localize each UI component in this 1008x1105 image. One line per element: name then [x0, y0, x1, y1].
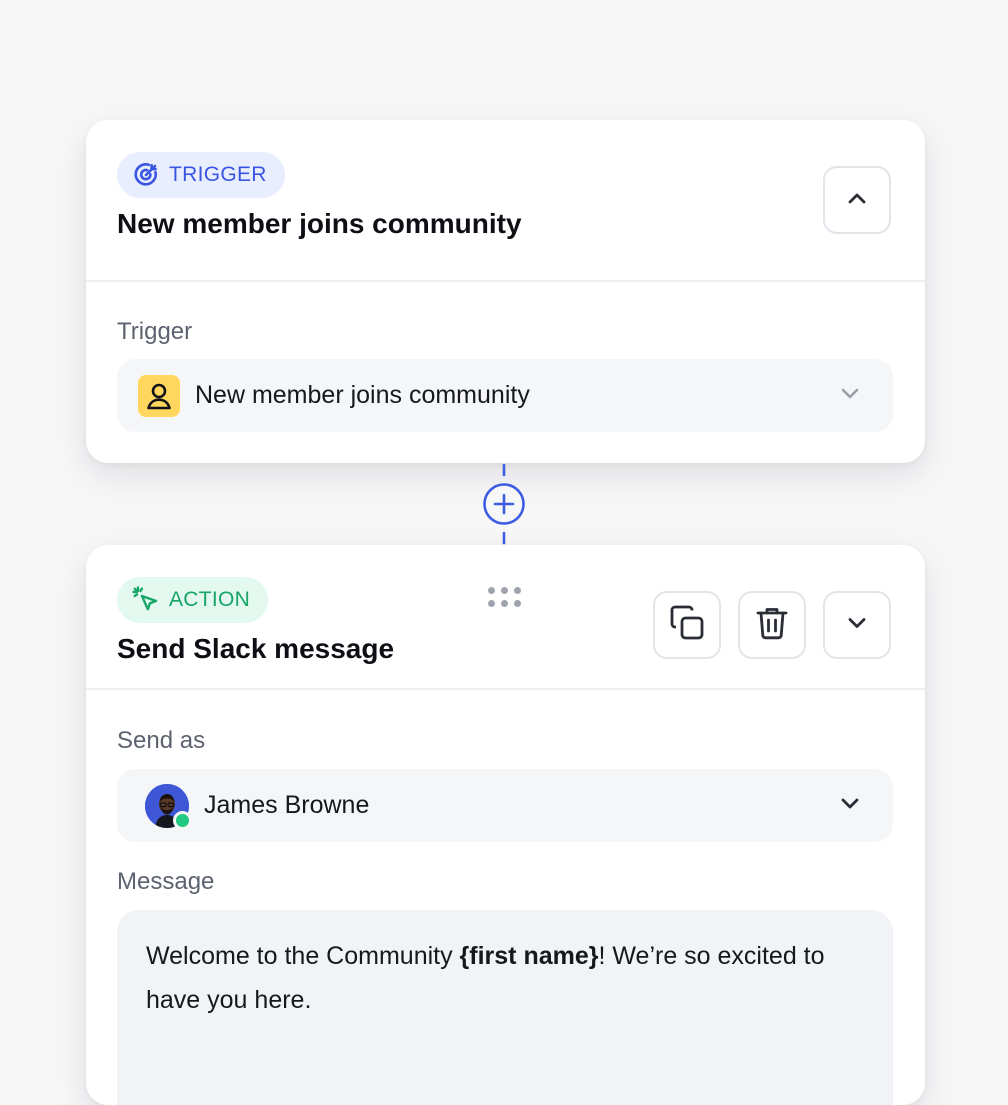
trigger-select-value: New member joins community: [195, 381, 530, 409]
avatar: [145, 783, 192, 830]
chevron-up-icon: [842, 183, 872, 218]
first-name-variable: {first name}: [459, 942, 599, 970]
send-as-select[interactable]: James Browne: [117, 769, 893, 842]
action-badge-label: ACTION: [169, 588, 251, 611]
user-icon: [138, 374, 180, 417]
trigger-field-label: Trigger: [117, 318, 193, 345]
chevron-down-icon: [835, 788, 865, 823]
step-connector: [482, 463, 526, 545]
target-icon: [131, 160, 161, 190]
trigger-select[interactable]: New member joins community: [117, 359, 893, 432]
trigger-badge: TRIGGER: [117, 152, 285, 198]
expand-button[interactable]: [823, 591, 891, 659]
action-title: Send Slack message: [117, 633, 395, 664]
trash-icon: [752, 603, 792, 648]
message-label: Message: [117, 868, 215, 895]
action-card-header: ACTION Send Slack message: [86, 545, 925, 690]
cursor-click-icon: [131, 585, 161, 615]
collapse-button[interactable]: [823, 166, 891, 234]
add-step-button[interactable]: [482, 482, 526, 526]
trigger-card-header: TRIGGER New member joins community: [86, 120, 925, 282]
send-as-label: Send as: [117, 727, 206, 754]
drag-handle-icon[interactable]: [488, 587, 524, 611]
chevron-down-icon: [842, 608, 872, 643]
plus-circle-icon: [483, 483, 525, 525]
action-badge: ACTION: [117, 577, 269, 623]
action-card: ACTION Send Slack message Send as James …: [86, 545, 925, 1105]
online-status-indicator: [173, 810, 192, 830]
message-input[interactable]: Welcome to the Community {first name}! W…: [117, 910, 893, 1105]
trigger-badge-label: TRIGGER: [169, 163, 267, 186]
copy-icon: [666, 602, 708, 649]
trigger-card: TRIGGER New member joins community Trigg…: [86, 120, 925, 463]
duplicate-button[interactable]: [653, 591, 721, 659]
trigger-title: New member joins community: [117, 208, 522, 239]
chevron-down-icon: [835, 378, 865, 413]
send-as-value: James Browne: [204, 791, 370, 819]
delete-button[interactable]: [738, 591, 806, 659]
message-prefix: Welcome to the Community: [146, 942, 460, 970]
